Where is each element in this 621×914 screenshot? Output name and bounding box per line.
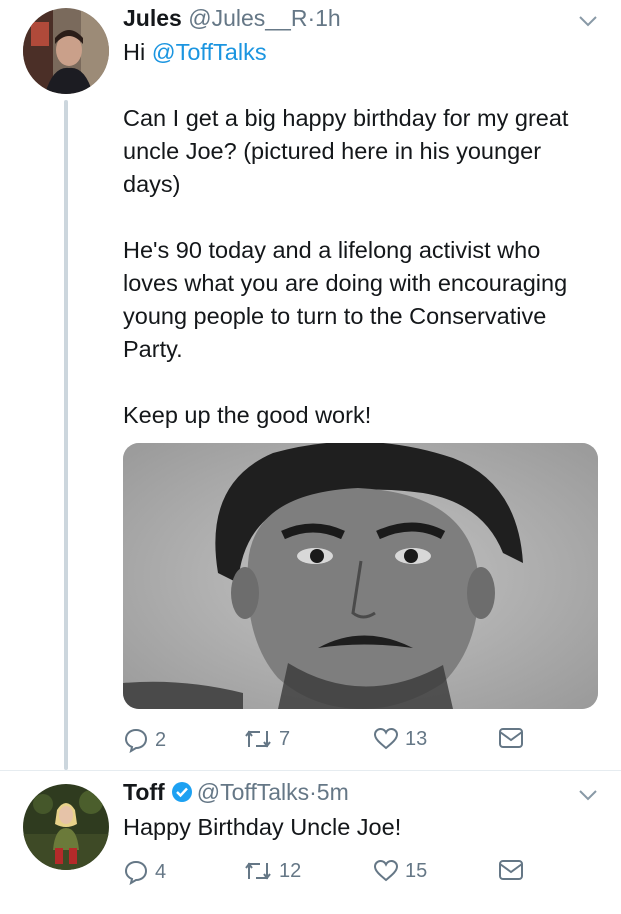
retweet-icon (245, 862, 271, 880)
reply-button[interactable]: 4 (123, 859, 166, 885)
like-button[interactable]: 15 (373, 859, 427, 883)
avatar-jules[interactable] (23, 8, 109, 94)
chevron-down-icon[interactable] (577, 10, 599, 32)
dm-icon (499, 860, 523, 880)
like-count: 15 (405, 859, 428, 882)
like-button[interactable]: 13 (373, 727, 427, 751)
tweet-actions: 2 7 13 (123, 727, 543, 759)
like-icon (373, 859, 399, 882)
tweet-text: Hi @ToffTalks Can I get a big happy birt… (123, 36, 593, 432)
author-name[interactable]: Toff (123, 779, 165, 805)
reply-icon (124, 728, 148, 753)
dm-button[interactable] (498, 859, 524, 881)
paragraph-2: He's 90 today and a lifelong activist wh… (123, 237, 568, 362)
retweet-count: 12 (279, 859, 302, 882)
reply-button[interactable]: 2 (123, 727, 166, 753)
attached-photo[interactable] (123, 443, 598, 709)
verified-badge-icon (171, 782, 192, 802)
author-handle[interactable]: @Jules__R (188, 5, 307, 31)
separator-dot: · (309, 779, 317, 805)
separator-dot: · (307, 5, 316, 31)
paragraph-3: Keep up the good work! (123, 402, 372, 428)
tweet-jules: Jules @Jules__R·1h Hi @ToffTalks Can I g… (0, 0, 621, 770)
thread-line (64, 100, 68, 770)
author-handle[interactable]: @ToffTalks (197, 779, 309, 805)
tweet-toff: Toff @ToffTalks·5m Happy Birthday Uncle … (0, 771, 621, 914)
tweet-actions: 4 12 15 (123, 859, 543, 891)
dm-icon (499, 728, 523, 748)
tweet-header: Jules @Jules__R·1h (123, 5, 341, 32)
retweet-button[interactable]: 7 (243, 727, 290, 751)
like-icon (373, 727, 399, 750)
reply-count: 2 (155, 728, 167, 751)
avatar-toff[interactable] (23, 784, 109, 870)
tweet-text: Happy Birthday Uncle Joe! (123, 811, 593, 844)
reply-count: 4 (155, 860, 167, 883)
retweet-button[interactable]: 12 (243, 859, 301, 883)
chevron-down-icon[interactable] (577, 784, 599, 806)
mention-link[interactable]: @ToffTalks (152, 39, 267, 65)
reply-icon (124, 860, 148, 885)
retweet-icon (245, 730, 271, 748)
like-count: 13 (405, 727, 428, 750)
greeting-text: Hi (123, 39, 146, 65)
author-name[interactable]: Jules (123, 5, 182, 31)
timestamp[interactable]: 5m (317, 779, 349, 805)
retweet-count: 7 (279, 727, 291, 750)
dm-button[interactable] (498, 727, 524, 749)
tweet-header: Toff @ToffTalks·5m (123, 779, 349, 806)
reply-text: Happy Birthday Uncle Joe! (123, 814, 402, 840)
timestamp[interactable]: 1h (315, 5, 341, 31)
paragraph-1: Can I get a big happy birthday for my gr… (123, 105, 569, 197)
